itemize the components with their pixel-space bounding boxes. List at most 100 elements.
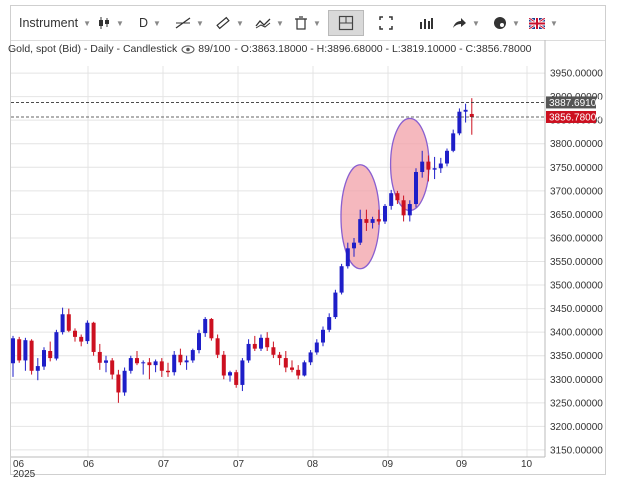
price-tick-label: 3200.00000	[550, 422, 603, 433]
candle-body[interactable]	[339, 266, 344, 293]
candle-body[interactable]	[321, 329, 325, 343]
candle-body[interactable]	[203, 318, 208, 334]
candle-body[interactable]	[197, 333, 201, 351]
candle-body[interactable]	[445, 150, 449, 164]
candle-body[interactable]	[383, 205, 387, 222]
price-tick-label: 3350.00000	[550, 351, 603, 362]
candle-body[interactable]	[11, 338, 15, 364]
candle-body[interactable]	[23, 340, 28, 361]
candle-body[interactable]	[166, 370, 170, 373]
candle-body[interactable]	[104, 360, 108, 363]
date-tick-label: 09	[456, 459, 468, 470]
candle-body[interactable]	[110, 360, 115, 375]
price-tick-label: 3650.00000	[550, 210, 603, 221]
candle-body[interactable]	[358, 219, 363, 243]
candle-body[interactable]	[91, 322, 96, 352]
candle-body[interactable]	[228, 372, 232, 376]
candle-body[interactable]	[277, 354, 282, 359]
candle-body[interactable]	[302, 362, 307, 376]
candle-body[interactable]	[97, 351, 102, 363]
candle-body[interactable]	[407, 204, 412, 216]
price-tick-label: 3600.00000	[550, 233, 603, 244]
candle-body[interactable]	[159, 361, 164, 371]
price-tick-label: 3250.00000	[550, 398, 603, 409]
price-tick-label: 3700.00000	[550, 186, 603, 197]
candle-body[interactable]	[153, 361, 158, 366]
candle-body[interactable]	[73, 330, 77, 337]
price-tick-label: 3950.00000	[550, 69, 603, 80]
candle-body[interactable]	[252, 343, 257, 349]
candle-body[interactable]	[426, 161, 431, 170]
candle-body[interactable]	[178, 354, 183, 363]
candle-body[interactable]	[389, 193, 394, 206]
price-tick-label: 3300.00000	[550, 375, 603, 386]
candle-body[interactable]	[283, 358, 288, 368]
candle-body[interactable]	[259, 337, 263, 349]
candle-body[interactable]	[420, 161, 425, 172]
eye-icon[interactable]	[181, 44, 195, 54]
candle-body[interactable]	[79, 336, 84, 342]
candle-body[interactable]	[141, 362, 146, 364]
candle-body[interactable]	[135, 358, 139, 364]
candle-body[interactable]	[184, 360, 189, 363]
date-tick-label: 10	[521, 459, 533, 470]
candle-body[interactable]	[457, 111, 462, 134]
candle-body[interactable]	[395, 193, 400, 201]
date-tick-label: 07	[233, 459, 245, 470]
candle-body[interactable]	[54, 332, 59, 359]
price-tick-label: 3400.00000	[550, 328, 603, 339]
candle-body[interactable]	[234, 372, 239, 385]
candle-body[interactable]	[17, 339, 22, 361]
candle-body[interactable]	[215, 338, 220, 355]
candle-body[interactable]	[190, 350, 195, 361]
candle-body[interactable]	[122, 370, 127, 393]
candle-body[interactable]	[438, 163, 443, 169]
candle-body[interactable]	[432, 168, 437, 170]
candle-body[interactable]	[48, 351, 53, 359]
candle-body[interactable]	[221, 354, 226, 376]
candle-body[interactable]	[345, 248, 350, 267]
year-label: 2025	[13, 469, 36, 480]
candle-body[interactable]	[128, 358, 133, 371]
candle-body[interactable]	[265, 337, 270, 348]
candle-body[interactable]	[172, 354, 177, 373]
candle-body[interactable]	[401, 200, 406, 216]
candle-body[interactable]	[147, 362, 152, 366]
candle-body[interactable]	[42, 350, 46, 367]
candle-body[interactable]	[296, 369, 301, 376]
candle-body[interactable]	[308, 352, 313, 363]
date-tick-label: 06	[83, 459, 95, 470]
candle-body[interactable]	[60, 314, 65, 333]
candle-body[interactable]	[116, 374, 121, 393]
visibility-count: 89/100	[198, 43, 231, 55]
cursor-price-label: 3887.69106	[549, 98, 602, 109]
candle-body[interactable]	[370, 219, 375, 223]
candle-body[interactable]	[66, 314, 71, 331]
candle-body[interactable]	[314, 342, 319, 353]
price-tick-label: 3450.00000	[550, 304, 603, 315]
candle-body[interactable]	[327, 317, 332, 330]
candle-body[interactable]	[209, 318, 214, 339]
candle-body[interactable]	[352, 242, 356, 249]
candle-body[interactable]	[35, 366, 40, 371]
chart-title: Gold, spot (Bid) - Daily - Candlestick	[8, 43, 178, 55]
ohlc-readout: - O:3863.18000 - H:3896.68000 - L:3819.1…	[234, 43, 532, 55]
candle-body[interactable]	[246, 343, 251, 361]
candle-body[interactable]	[376, 219, 381, 222]
candle-body[interactable]	[469, 113, 474, 117]
last-price-label: 3856.78000	[549, 112, 602, 123]
candle-body[interactable]	[463, 109, 468, 112]
candle-body[interactable]	[290, 367, 294, 370]
chart-info-bar: Gold, spot (Bid) - Daily - Candlestick 8…	[8, 43, 536, 55]
candle-body[interactable]	[364, 219, 369, 223]
candle-body[interactable]	[333, 292, 338, 318]
price-tick-label: 3750.00000	[550, 163, 603, 174]
candle-body[interactable]	[85, 322, 90, 342]
candle-body[interactable]	[271, 347, 276, 355]
price-chart[interactable]: 3950.000003900.000003850.000003800.00000…	[0, 0, 625, 486]
candle-body[interactable]	[451, 133, 456, 151]
candle-body[interactable]	[240, 360, 245, 385]
candle-body[interactable]	[29, 340, 34, 371]
price-tick-label: 3800.00000	[550, 139, 603, 150]
candle-body[interactable]	[414, 171, 418, 205]
